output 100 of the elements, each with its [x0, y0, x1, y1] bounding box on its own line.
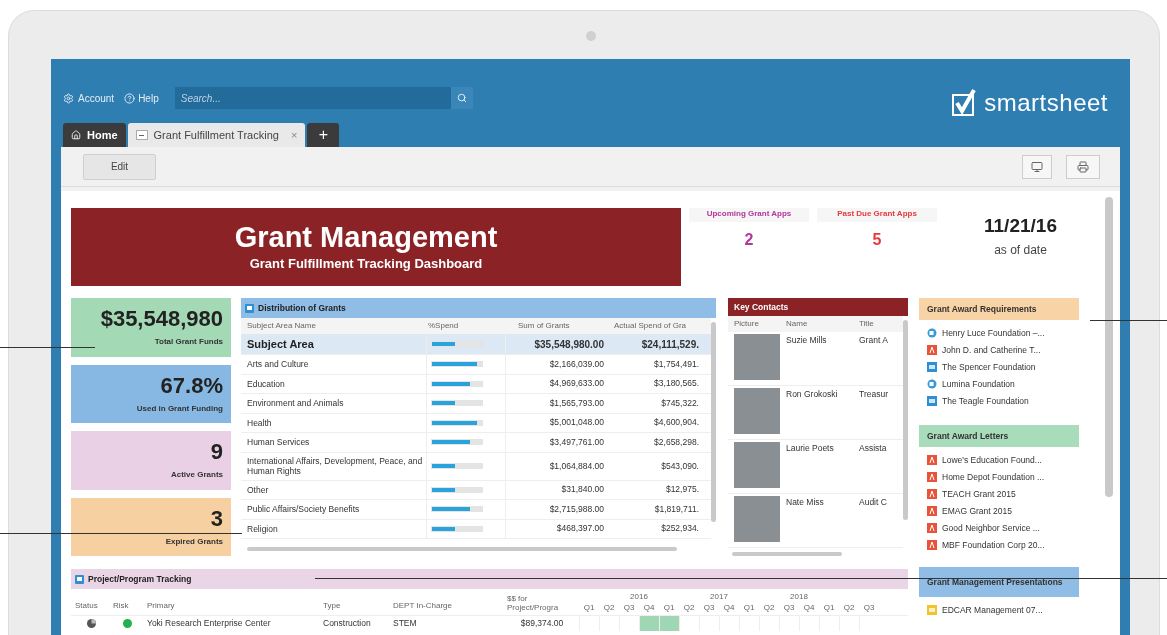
- stat-value: 3: [210, 505, 223, 532]
- quarter-label: Q1: [822, 602, 836, 614]
- table-cell-text: Subject Area: [246, 339, 315, 349]
- column-header: Picture: [733, 318, 760, 330]
- file-link[interactable]: EMAG Grant 2015: [942, 504, 1012, 518]
- help-link[interactable]: Help: [138, 90, 159, 106]
- panel-header: Grant Award Requirements: [919, 298, 1079, 320]
- new-tab-button[interactable]: +: [307, 123, 340, 147]
- stat-value: $35,548,980: [100, 306, 223, 333]
- table-cell-text: Human Services: [246, 437, 311, 448]
- file-link[interactable]: TEACH Grant 2015: [942, 487, 1016, 501]
- present-button[interactable]: [1022, 154, 1052, 179]
- file-link[interactable]: The Teagle Foundation: [942, 394, 1029, 408]
- table-cell-text: $252,934.: [660, 522, 700, 536]
- table-cell-text: Public Affairs/Society Benefits: [246, 504, 361, 515]
- table-cell-text: Religion: [246, 523, 279, 534]
- stat-label: Expired Grants: [165, 535, 223, 548]
- folder-icon: [927, 396, 937, 406]
- column-header: %Spend: [427, 320, 460, 332]
- stat-value: 67.8%: [160, 372, 223, 399]
- column-header: Status: [74, 600, 99, 612]
- pdf-icon: [927, 506, 937, 516]
- document-icon: [927, 328, 937, 338]
- table-cell-text: $2,715,988.00: [548, 502, 605, 516]
- file-link[interactable]: Home Depot Foundation ...: [942, 470, 1045, 484]
- year-label: 2017: [710, 591, 728, 602]
- quarter-label: Q4: [722, 602, 736, 614]
- file-link[interactable]: MBF Foundation Corp 20...: [942, 538, 1045, 552]
- table-cell-text: $1,565,793.00: [548, 396, 605, 410]
- dashboard-subtitle: Grant Fulfillment Tracking Dashboard: [249, 255, 483, 274]
- table-cell-text: $89,374.00: [519, 617, 565, 630]
- column-header: Subject Area Name: [246, 320, 317, 332]
- table-cell-text: Other: [246, 484, 270, 495]
- table-cell-text: $543,090.: [660, 459, 700, 473]
- year-label: 2016: [630, 591, 648, 602]
- table-cell-text: Arts and Culture: [246, 359, 310, 370]
- file-link[interactable]: The Spencer Foundation: [942, 360, 1036, 374]
- contact-title: Grant A: [858, 334, 889, 347]
- account-link[interactable]: Account: [78, 90, 115, 106]
- panel-header: Distribution of Grants: [241, 298, 716, 318]
- tab[interactable]: Grant Fulfillment Tracking ×: [127, 123, 306, 147]
- date-value: 11/21/16: [984, 214, 1057, 238]
- table-cell-text: $1,754,491.: [653, 357, 700, 371]
- pdf-icon: [927, 455, 937, 465]
- quarter-label: Q3: [622, 602, 636, 614]
- file-link[interactable]: Lumina Foundation: [942, 377, 1015, 391]
- contact-name: Suzie Mills: [785, 334, 828, 347]
- pdf-icon: [927, 345, 937, 355]
- quarter-label: Q2: [682, 602, 696, 614]
- table-cell-text: $468,397.00: [555, 522, 605, 536]
- search-field[interactable]: Search...: [174, 87, 451, 109]
- panel-header: Key Contacts: [728, 298, 908, 316]
- search-button[interactable]: [450, 87, 473, 109]
- quarter-label: Q4: [642, 602, 656, 614]
- date-label: as of date: [994, 241, 1047, 259]
- table-cell-text: $2,166,039.00: [548, 357, 605, 371]
- pdf-icon: [927, 540, 937, 550]
- file-link[interactable]: Henry Luce Foundation –...: [942, 326, 1045, 340]
- help-icon: [124, 92, 136, 104]
- quarter-label: Q2: [602, 602, 616, 614]
- table-cell-text: $1,819,711.: [653, 502, 700, 516]
- table-cell-text: $12,975.: [664, 483, 700, 497]
- table-cell-text: Health: [246, 417, 273, 428]
- print-button[interactable]: [1066, 154, 1100, 179]
- panel-header: Grant Award Letters: [919, 425, 1079, 447]
- column-header: Risk: [112, 600, 130, 612]
- stat-value: 9: [210, 439, 223, 466]
- logo-text: smartsheet: [984, 88, 1108, 118]
- table-cell-text: $35,548,980.00: [533, 337, 605, 352]
- file-link[interactable]: John D. and Catherine T...: [942, 343, 1041, 357]
- contact-name: Ron Grokoski: [785, 388, 839, 401]
- tab[interactable]: Home: [63, 123, 126, 147]
- edit-button[interactable]: Edit: [83, 153, 156, 180]
- file-link[interactable]: Good Neighbor Service ...: [942, 521, 1040, 535]
- contact-name: Nate Miss: [785, 496, 825, 509]
- table-cell-text: International Affairs, Development, Peace, and Human Rights: [246, 456, 424, 476]
- table-cell-text: $24,111,529.: [640, 337, 700, 352]
- pdf-icon: [927, 523, 937, 533]
- table-cell-text: Environment and Animals: [246, 398, 345, 409]
- dashboard-title: Grant Management: [234, 220, 498, 255]
- table-cell-text: $745,322.: [660, 396, 700, 410]
- column-header: Name: [785, 318, 809, 330]
- column-header: $$ for Project/Progra: [506, 594, 560, 614]
- contact-title: Audit C: [858, 496, 888, 509]
- dropdown-icon: [135, 130, 148, 140]
- folder-icon: [927, 362, 937, 372]
- quarter-label: Q2: [762, 602, 776, 614]
- printer-icon: [1077, 160, 1089, 173]
- quarter-label: Q4: [802, 602, 816, 614]
- table-cell-text: $3,180,565.: [653, 377, 700, 391]
- table-cell-text: Yoki Research Enterprise Center: [146, 617, 272, 630]
- table-cell-text: Education: [246, 378, 286, 389]
- quarter-label: Q3: [782, 602, 796, 614]
- table-cell-text: $4,969,633.00: [548, 377, 605, 391]
- file-link[interactable]: EDCAR Management 07...: [942, 603, 1043, 617]
- file-link[interactable]: Lowe's Education Found...: [942, 453, 1042, 467]
- table-cell-text: $4,600,904.: [653, 416, 700, 430]
- column-header: Type: [322, 600, 342, 612]
- panel-header: Project/Program Tracking: [71, 569, 908, 589]
- stat-label: Total Grant Funds: [154, 336, 223, 349]
